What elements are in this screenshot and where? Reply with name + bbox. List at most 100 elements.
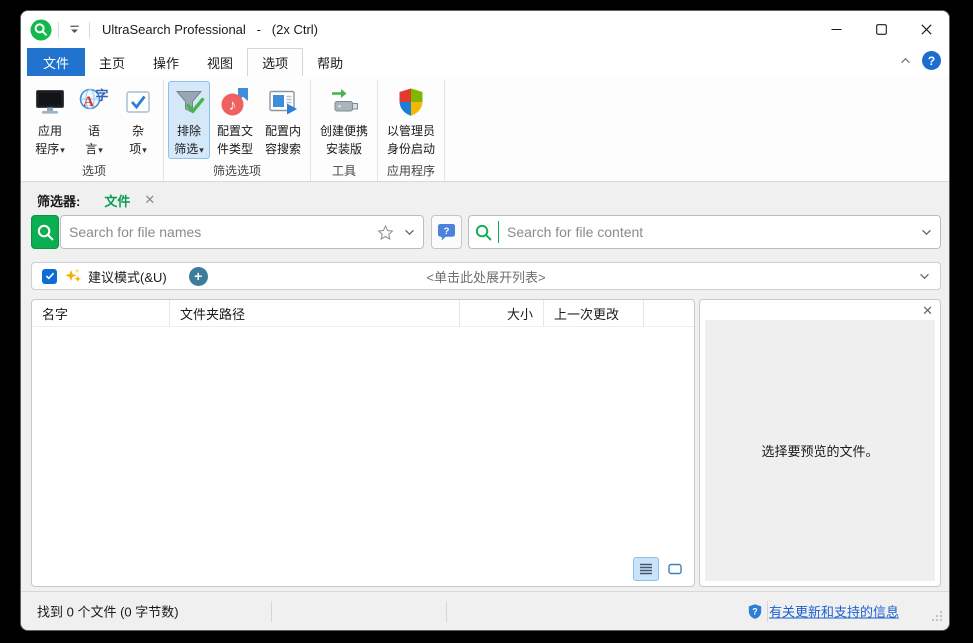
suggestion-mode-label: 建议模式(&U) bbox=[88, 267, 167, 286]
content-view-button[interactable] bbox=[662, 557, 688, 581]
title-bar: UltraSearch Professional - (2x Ctrl) bbox=[21, 11, 949, 48]
misc-button[interactable]: 杂 项▾ bbox=[117, 81, 159, 159]
ribbon-tab-bar: 文件 主页 操作 视图 选项 帮助 ? bbox=[21, 48, 949, 76]
content-search-window-icon bbox=[267, 86, 299, 121]
svg-text:A: A bbox=[83, 94, 94, 110]
tab-options[interactable]: 选项 bbox=[247, 48, 303, 76]
tab-home[interactable]: 主页 bbox=[85, 48, 139, 76]
tab-file[interactable]: 文件 bbox=[27, 48, 85, 76]
window-title: UltraSearch Professional - (2x Ctrl) bbox=[102, 22, 318, 37]
panels: 名字 文件夹路径 大小 上一次更改 ✕ bbox=[31, 299, 941, 587]
search-button[interactable] bbox=[31, 215, 59, 249]
divider bbox=[446, 601, 447, 622]
file-content-search-field[interactable] bbox=[468, 215, 941, 249]
exclude-filter-button[interactable]: 排除 筛选▾ bbox=[168, 81, 210, 159]
divider bbox=[498, 221, 499, 243]
column-header-folder-path[interactable]: 文件夹路径 bbox=[170, 300, 460, 326]
sparkles-icon bbox=[64, 267, 82, 285]
dropdown-arrow-icon: ▾ bbox=[60, 145, 65, 155]
maximize-button[interactable] bbox=[859, 11, 904, 48]
file-name-search-input[interactable] bbox=[69, 224, 377, 240]
column-header-size[interactable]: 大小 bbox=[460, 300, 544, 326]
collapse-ribbon-icon[interactable] bbox=[896, 52, 914, 70]
ribbon: 应用 程序▾ A字 语 言▾ 杂 项▾ 选项 bbox=[21, 76, 949, 182]
suggestion-mode-checkbox[interactable] bbox=[42, 269, 57, 284]
view-toggle-group bbox=[633, 557, 688, 581]
column-header-empty bbox=[644, 300, 694, 326]
file-content-search-input[interactable] bbox=[507, 224, 921, 240]
filter-tab-files[interactable]: 文件 bbox=[104, 191, 130, 210]
search-row: ? bbox=[31, 215, 941, 249]
dropdown-arrow-icon: ▾ bbox=[199, 145, 204, 155]
resize-grip[interactable] bbox=[931, 610, 943, 625]
filter-close-icon[interactable]: ✕ bbox=[144, 192, 155, 208]
preview-message: 选择要预览的文件。 bbox=[761, 441, 878, 460]
suggestion-mode-row[interactable]: 建议模式(&U) + <单击此处展开列表> bbox=[31, 262, 941, 290]
language-button[interactable]: A字 语 言▾ bbox=[73, 81, 115, 159]
ribbon-group-label: 筛选选项 bbox=[167, 160, 307, 183]
quick-access-dropdown-icon[interactable] bbox=[65, 22, 83, 38]
file-types-button[interactable]: ♪ 配置文 件类型 bbox=[212, 81, 258, 159]
update-support-link[interactable]: 有关更新和支持的信息 bbox=[769, 602, 899, 621]
preview-pane: ✕ 选择要预览的文件。 bbox=[699, 299, 941, 587]
language-globe-icon: A字 bbox=[78, 86, 110, 121]
misc-checkbox-icon bbox=[122, 86, 154, 121]
column-header-last-changed[interactable]: 上一次更改 bbox=[544, 300, 644, 326]
chevron-down-icon[interactable] bbox=[921, 229, 932, 236]
add-suggestion-button[interactable]: + bbox=[189, 267, 208, 286]
files-found-status: 找到 0 个文件 (0 字节数) bbox=[37, 602, 179, 621]
ultrasearch-window: UltraSearch Professional - (2x Ctrl) 文件 … bbox=[20, 10, 950, 631]
app-logo-icon bbox=[30, 19, 52, 41]
file-types-music-icon: ♪ bbox=[219, 86, 251, 121]
svg-text:字: 字 bbox=[95, 88, 108, 103]
help-icon[interactable]: ? bbox=[922, 51, 941, 70]
chevron-down-icon[interactable] bbox=[404, 229, 415, 236]
expand-list-hint: <单击此处展开列表> bbox=[32, 267, 940, 286]
shield-question-icon: ? bbox=[747, 603, 763, 619]
table-header-row: 名字 文件夹路径 大小 上一次更改 bbox=[32, 300, 694, 327]
table-body-empty[interactable] bbox=[32, 327, 694, 586]
tab-view[interactable]: 视图 bbox=[193, 48, 247, 76]
run-as-admin-button[interactable]: 以管理员 身份启动 bbox=[382, 81, 440, 159]
details-view-button[interactable] bbox=[633, 557, 659, 581]
ribbon-group-filter-options: 排除 筛选▾ ♪ 配置文 件类型 配置内 容搜索 bbox=[164, 80, 311, 181]
results-table: 名字 文件夹路径 大小 上一次更改 bbox=[31, 299, 695, 587]
update-support-link-group[interactable]: ? 有关更新和支持的信息 bbox=[747, 602, 899, 621]
preview-close-icon[interactable]: ✕ bbox=[922, 303, 933, 319]
divider bbox=[271, 601, 272, 622]
app-monitor-icon bbox=[34, 86, 66, 121]
exclude-filter-funnel-icon bbox=[173, 86, 205, 121]
tab-actions[interactable]: 操作 bbox=[139, 48, 193, 76]
favorite-star-icon[interactable] bbox=[377, 224, 394, 241]
usb-portable-icon bbox=[328, 86, 360, 121]
applications-button[interactable]: 应用 程序▾ bbox=[29, 81, 71, 159]
close-button[interactable] bbox=[904, 11, 949, 48]
column-header-name[interactable]: 名字 bbox=[32, 300, 170, 326]
divider bbox=[89, 22, 90, 38]
filter-label: 筛选器: bbox=[37, 191, 80, 210]
svg-text:?: ? bbox=[752, 606, 758, 616]
ribbon-group-label: 选项 bbox=[28, 160, 160, 183]
ribbon-group-options: 应用 程序▾ A字 语 言▾ 杂 项▾ 选项 bbox=[25, 80, 164, 181]
filter-bar: 筛选器: 文件 ✕ bbox=[31, 187, 941, 213]
ribbon-group-application: 以管理员 身份启动 应用程序 bbox=[378, 80, 445, 181]
status-bar: 找到 0 个文件 (0 字节数) ? 有关更新和支持的信息 bbox=[21, 591, 949, 630]
search-help-button[interactable]: ? bbox=[431, 215, 462, 249]
minimize-button[interactable] bbox=[814, 11, 859, 48]
content-search-button[interactable]: 配置内 容搜索 bbox=[260, 81, 306, 159]
divider bbox=[58, 22, 59, 38]
file-name-search-field[interactable] bbox=[60, 215, 424, 249]
svg-text:♪: ♪ bbox=[229, 97, 237, 114]
ribbon-group-label: 应用程序 bbox=[381, 160, 441, 183]
content-search-icon bbox=[474, 223, 493, 242]
tab-help[interactable]: 帮助 bbox=[303, 48, 357, 76]
dropdown-arrow-icon: ▾ bbox=[142, 145, 147, 155]
ribbon-group-tools: 创建便携 安装版 工具 bbox=[311, 80, 378, 181]
create-portable-button[interactable]: 创建便携 安装版 bbox=[315, 81, 373, 159]
dropdown-arrow-icon: ▾ bbox=[98, 145, 103, 155]
ribbon-group-label: 工具 bbox=[314, 160, 374, 183]
admin-shield-icon bbox=[395, 86, 427, 121]
main-content: 筛选器: 文件 ✕ ? bbox=[21, 182, 949, 591]
chevron-down-icon[interactable] bbox=[919, 273, 930, 280]
preview-area: 选择要预览的文件。 bbox=[705, 320, 935, 581]
